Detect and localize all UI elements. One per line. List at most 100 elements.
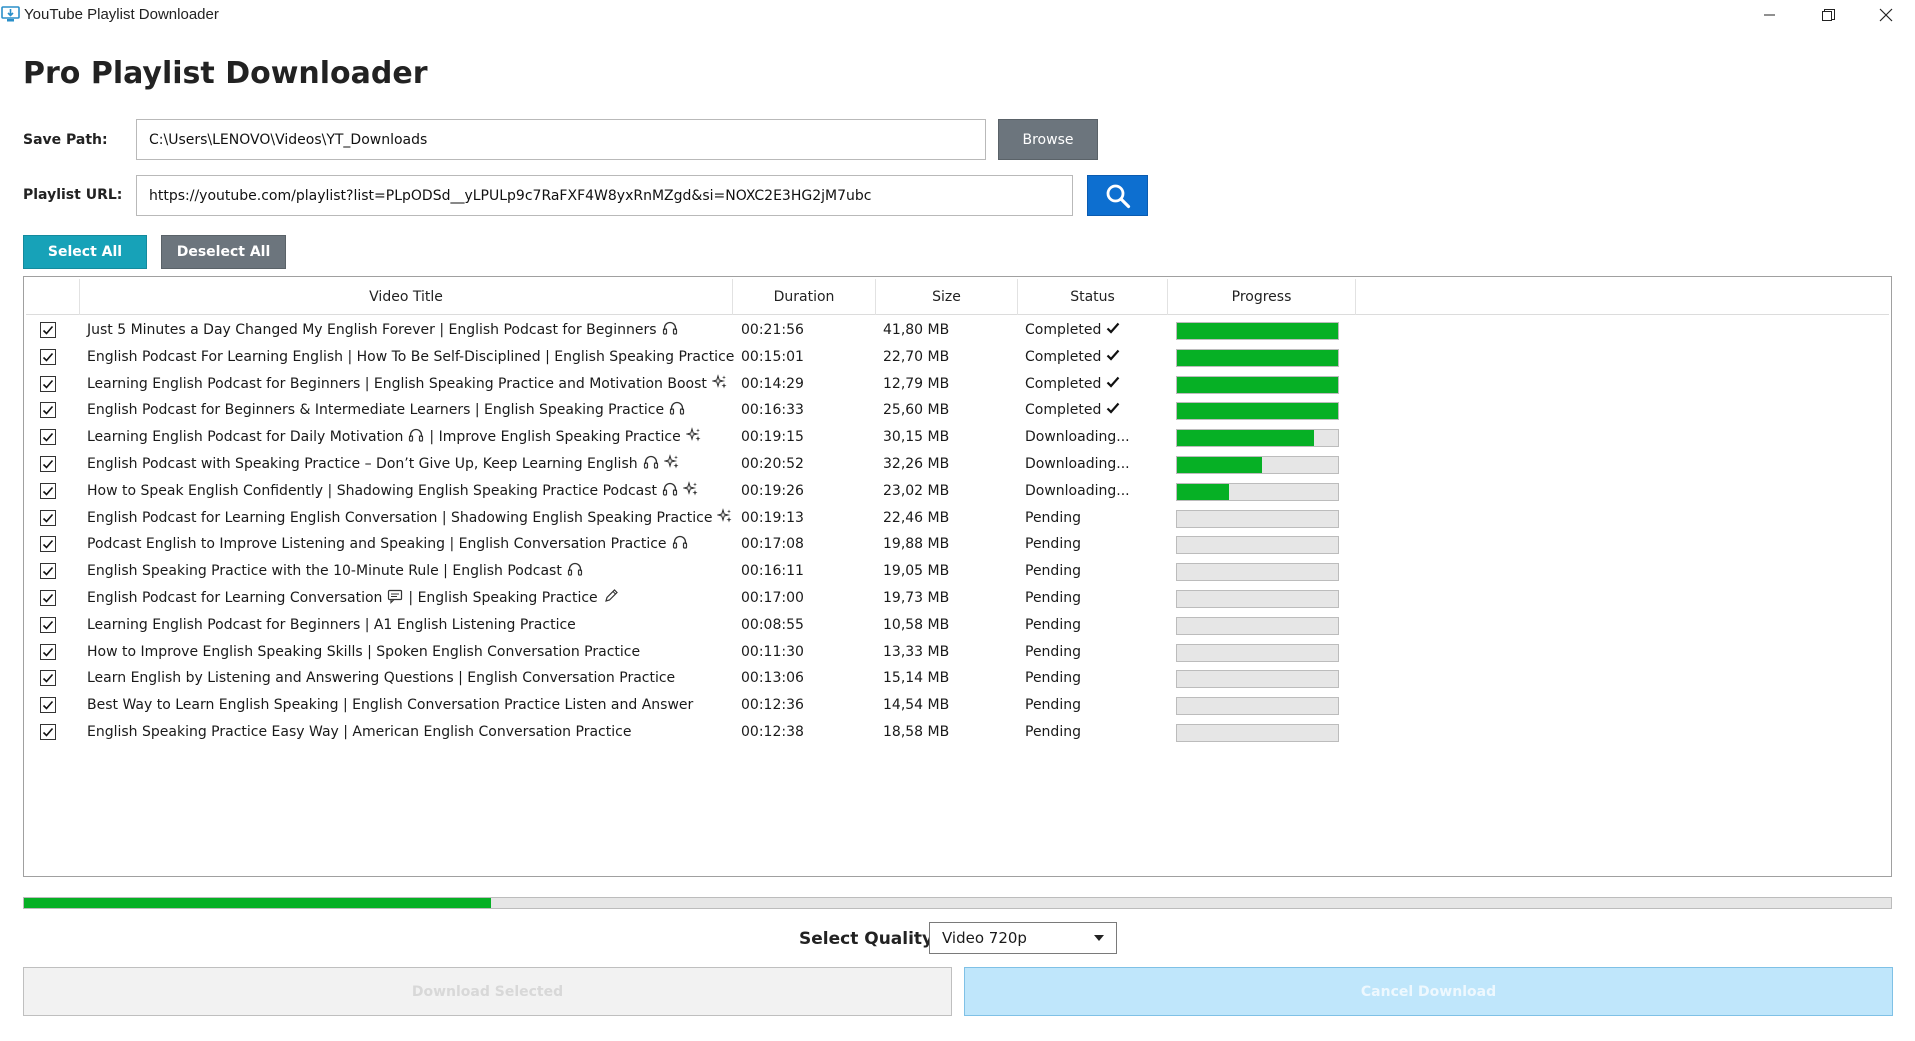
table-row[interactable]: Podcast English to Improve Listening and… [26, 531, 1889, 557]
row-checkbox[interactable] [40, 563, 56, 580]
table-header: Video Title Duration Size Status Progres… [26, 279, 1889, 315]
header-duration[interactable]: Duration [733, 279, 876, 315]
table-row[interactable]: English Podcast with Speaking Practice –… [26, 451, 1889, 477]
restore-button[interactable] [1799, 0, 1857, 30]
row-title: English Podcast for Beginners & Intermed… [87, 397, 685, 423]
row-checkbox[interactable] [40, 348, 56, 365]
sparkles-icon [681, 480, 699, 501]
browse-button[interactable]: Browse [998, 119, 1098, 160]
table-row[interactable]: English Podcast for Beginners & Intermed… [26, 397, 1889, 423]
row-status: Downloading... [1025, 424, 1130, 450]
checkmark-icon [42, 727, 54, 737]
header-progress[interactable]: Progress [1168, 279, 1356, 315]
row-size: 15,14 MB [883, 670, 950, 687]
row-status: Pending [1025, 505, 1081, 531]
row-checkbox[interactable] [40, 724, 56, 740]
table-row[interactable]: English Podcast For Learning English | H… [26, 344, 1889, 370]
header-video-title[interactable]: Video Title [80, 279, 733, 315]
row-progress-fill [1177, 323, 1338, 339]
row-duration: 00:11:30 [741, 643, 804, 660]
row-size: 13,33 MB [883, 643, 950, 660]
checkmark-icon [42, 379, 54, 389]
table-row[interactable]: Learning English Podcast for Daily Motiv… [26, 424, 1889, 450]
sparkles-icon [716, 507, 733, 528]
checkmark-icon [42, 593, 54, 603]
row-progress-bar [1176, 429, 1339, 448]
checkmark-icon [42, 352, 54, 362]
row-title-text: Learning English Podcast for Daily Motiv… [87, 429, 404, 446]
table-row[interactable]: How to Speak English Confidently | Shado… [26, 478, 1889, 504]
row-checkbox[interactable] [40, 456, 56, 472]
row-size: 14,54 MB [883, 697, 950, 714]
row-checkbox[interactable] [40, 482, 56, 499]
deselect-all-button[interactable]: Deselect All [161, 235, 286, 269]
close-icon [1879, 8, 1893, 22]
overall-progress-bar [23, 897, 1892, 909]
row-checkbox[interactable] [40, 536, 56, 553]
header-status[interactable]: Status [1018, 279, 1168, 315]
row-title: Learning English Podcast for Daily Motiv… [87, 424, 702, 450]
row-progress-bar [1176, 456, 1339, 474]
row-checkbox[interactable] [40, 697, 56, 714]
quality-select-value: Video 720p [942, 929, 1027, 947]
select-all-button[interactable]: Select All [23, 235, 147, 269]
quality-select[interactable]: Video 720p [929, 922, 1117, 954]
table-row[interactable]: English Podcast for Learning Conversatio… [26, 585, 1889, 611]
row-checkbox[interactable] [40, 375, 56, 392]
header-size[interactable]: Size [876, 279, 1018, 315]
row-progress-fill [1177, 349, 1338, 366]
row-title: Learn English by Listening and Answering… [87, 665, 675, 691]
checkmark-icon [42, 540, 54, 550]
table-row[interactable]: Learning English Podcast for Beginners |… [26, 371, 1889, 397]
row-size: 19,05 MB [883, 563, 950, 580]
playlist-url-input[interactable]: https://youtube.com/playlist?list=PLpODS… [136, 175, 1073, 216]
table-row[interactable]: English Podcast for Learning English Con… [26, 505, 1889, 531]
table-row[interactable]: English Speaking Practice with the 10-Mi… [26, 558, 1889, 584]
row-size: 19,88 MB [883, 536, 950, 553]
table-row[interactable]: Best Way to Learn English Speaking | Eng… [26, 692, 1889, 718]
minimize-button[interactable] [1741, 0, 1799, 30]
row-checkbox[interactable] [40, 643, 56, 660]
row-checkbox[interactable] [40, 322, 56, 338]
row-status: Downloading... [1025, 451, 1130, 477]
row-checkbox[interactable] [40, 590, 56, 606]
status-text: Completed [1025, 322, 1102, 338]
row-checkbox[interactable] [40, 402, 56, 419]
table-row[interactable]: Learn English by Listening and Answering… [26, 665, 1889, 691]
row-checkbox[interactable] [40, 509, 56, 526]
status-text: Pending [1025, 724, 1081, 740]
row-title-text: Learning English Podcast for Beginners |… [87, 375, 707, 392]
row-progress-bar [1176, 590, 1339, 608]
row-checkbox[interactable] [40, 616, 56, 633]
cancel-download-button[interactable]: Cancel Download [964, 967, 1893, 1016]
row-checkbox[interactable] [40, 429, 56, 446]
headphones-icon [662, 481, 678, 501]
row-title: How to Speak English Confidently | Shado… [87, 478, 699, 504]
headphones-icon [669, 400, 685, 420]
table-row[interactable]: Just 5 Minutes a Day Changed My English … [26, 317, 1889, 343]
row-progress-bar [1176, 375, 1339, 394]
header-checkbox-column[interactable] [26, 279, 80, 315]
page-title: Pro Playlist Downloader [23, 56, 428, 91]
playlist-url-label: Playlist URL: [23, 187, 123, 203]
row-size: 18,58 MB [883, 724, 950, 740]
check-icon [1106, 348, 1120, 366]
close-button[interactable] [1857, 0, 1915, 30]
row-title-text: Podcast English to Improve Listening and… [87, 536, 667, 553]
row-progress-bar [1176, 563, 1339, 582]
row-title: Learning English Podcast for Beginners |… [87, 371, 728, 397]
table-row[interactable]: Learning English Podcast for Beginners |… [26, 612, 1889, 638]
row-progress-bar [1176, 482, 1339, 501]
download-selected-button[interactable]: Download Selected [23, 967, 952, 1016]
save-path-input[interactable]: C:\Users\LENOVO\Videos\YT_Downloads [136, 119, 986, 160]
status-text: Pending [1025, 509, 1081, 526]
checkmark-icon [42, 513, 54, 523]
row-progress-fill [1177, 457, 1263, 473]
row-checkbox[interactable] [40, 670, 56, 687]
table-row[interactable]: How to Improve English Speaking Skills |… [26, 639, 1889, 665]
checkmark-icon [42, 486, 54, 496]
status-text: Completed [1025, 348, 1102, 365]
checkmark-icon [42, 647, 54, 657]
search-button[interactable] [1087, 175, 1148, 216]
table-row[interactable]: English Speaking Practice Easy Way | Ame… [26, 719, 1889, 745]
